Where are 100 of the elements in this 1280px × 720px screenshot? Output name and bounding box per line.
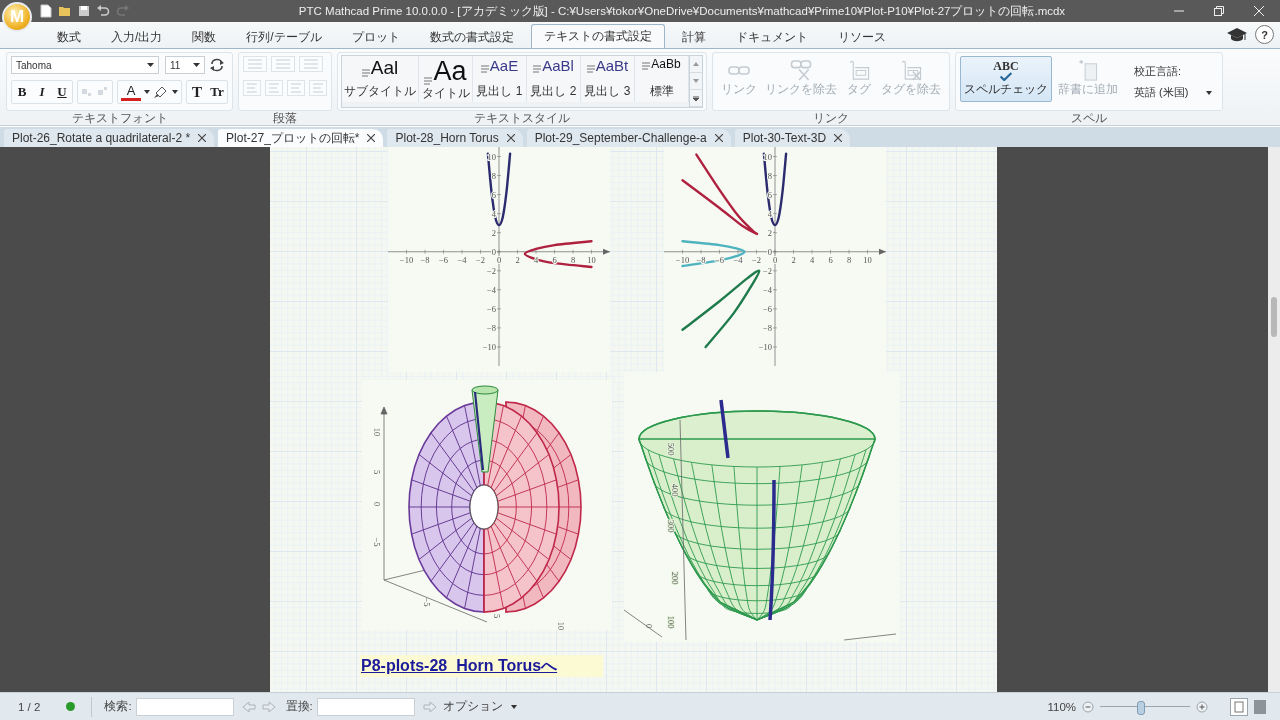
- document-tab[interactable]: Plot-27_プロットの回転*: [218, 129, 384, 147]
- ribbon-tab[interactable]: 行列/テーブル: [233, 26, 335, 48]
- underline-button[interactable]: U: [52, 81, 72, 103]
- axis-tick-label: 2: [515, 254, 520, 265]
- ribbon-tab[interactable]: リソース: [824, 26, 899, 48]
- axis-tick-label: −6: [715, 254, 724, 265]
- zoom-out-icon[interactable]: [1082, 700, 1094, 713]
- axis-tick-label: −2: [752, 254, 761, 265]
- grow-font-button[interactable]: T: [187, 81, 207, 103]
- search-field[interactable]: [135, 697, 234, 716]
- style-name: 標準: [649, 83, 674, 100]
- chain-link-icon: [728, 66, 750, 75]
- axis-tick-label: 6: [767, 189, 772, 200]
- close-icon[interactable]: [506, 134, 515, 142]
- text-lines-icon: [480, 65, 489, 73]
- replace-label: 置換:: [285, 699, 313, 714]
- undo-icon[interactable]: [96, 5, 110, 17]
- zoom-in-icon[interactable]: [1196, 700, 1208, 713]
- axis-tick-label: −4: [733, 254, 743, 265]
- axis-tick-label: 0: [644, 623, 654, 629]
- ribbon-tab[interactable]: 数式: [44, 26, 94, 48]
- dropdown-arrow-icon[interactable]: [147, 63, 154, 67]
- ribbon-tab[interactable]: テキストの書式設定: [530, 24, 665, 48]
- axis-tick-label: 8: [491, 170, 496, 181]
- style-preview: AaBb: [651, 58, 681, 70]
- axis-tick-label: 8: [767, 170, 772, 181]
- scroll-down-icon[interactable]: [693, 79, 699, 83]
- close-icon[interactable]: [198, 134, 207, 142]
- bold-button[interactable]: B: [12, 81, 32, 103]
- folder-icon[interactable]: [58, 5, 72, 17]
- previous-arrow-icon[interactable]: [241, 700, 256, 713]
- dropdown-arrow-icon[interactable]: [144, 90, 150, 94]
- scrollbar[interactable]: [1268, 147, 1280, 692]
- replace-field[interactable]: [316, 697, 415, 716]
- text-style-item[interactable]: AaBt 見出し 3: [581, 56, 635, 102]
- axis-tick-label: 0: [496, 254, 502, 265]
- document-tab[interactable]: Plot-26_Rotate a quadrilateral-2 *: [4, 129, 215, 147]
- next-arrow-icon[interactable]: [261, 700, 276, 713]
- ribbon-tab[interactable]: プロット: [338, 26, 413, 48]
- style-preview: AaE: [489, 58, 519, 73]
- status-dot: [66, 702, 76, 711]
- close-icon[interactable]: [834, 134, 843, 142]
- shrink-font-button[interactable]: Tr: [207, 81, 227, 103]
- text-lines-icon: [424, 77, 433, 85]
- ribbon-tab[interactable]: 入力/出力: [98, 26, 176, 48]
- dropdown-arrow-icon[interactable]: [172, 90, 178, 94]
- text-style-item[interactable]: AaBl 見出し 2: [527, 56, 581, 102]
- options-dropdown[interactable]: オプション: [442, 699, 517, 714]
- language-dropdown[interactable]: 英語 (米国): [1134, 85, 1213, 100]
- replace-arrow-icon[interactable]: [422, 700, 437, 713]
- ribbon-tab[interactable]: 計算: [668, 26, 719, 48]
- draft-view-icon[interactable]: [1254, 699, 1266, 714]
- swap-arrows-icon[interactable]: [209, 58, 225, 72]
- search-label: 検索:: [104, 699, 132, 714]
- scroll-up-icon[interactable]: [693, 62, 699, 66]
- spell-check-button[interactable]: ABC スペルチェック: [960, 56, 1052, 102]
- axis-tick-label: −5: [372, 537, 382, 547]
- ribbon-tab[interactable]: 数式の書式設定: [416, 26, 527, 48]
- proofing-language-label: 校正言語:: [1134, 64, 1183, 79]
- axis-tick-label: −2: [762, 265, 772, 276]
- document-tab[interactable]: Plot-28_Horn Torus: [387, 129, 523, 147]
- group-label: スペル: [1070, 111, 1109, 125]
- document-tab[interactable]: Plot-30-Text-3D: [734, 129, 851, 147]
- close-icon[interactable]: [367, 134, 376, 142]
- axis-tick-label: 6: [828, 254, 833, 265]
- text-style-item[interactable]: AaBb 標準: [635, 56, 689, 102]
- text-style-item[interactable]: Aa タイトル: [419, 56, 473, 102]
- font-size-dropdown[interactable]: 11: [165, 56, 205, 74]
- axis-tick-label: 6: [491, 189, 496, 200]
- axis-tick-label: 0: [491, 246, 496, 257]
- graduation-cap-icon[interactable]: [1227, 26, 1247, 43]
- font-dropdown[interactable]: Tahoma: [11, 56, 159, 74]
- group-label: テキストフォント: [70, 111, 169, 125]
- text-style-item[interactable]: Aal サブタイトル: [342, 56, 419, 102]
- slider-thumb[interactable]: [1136, 700, 1145, 715]
- subscript-icon[interactable]: [82, 87, 92, 97]
- text-style-item[interactable]: AaE 見出し 1: [473, 56, 527, 102]
- document-tab[interactable]: Plot-29_September-Challenge-a: [526, 129, 731, 147]
- style-preview: Aal: [370, 58, 399, 77]
- italic-button[interactable]: I: [32, 81, 52, 103]
- superscript-icon[interactable]: [98, 87, 108, 97]
- help-button[interactable]: ?: [1255, 25, 1274, 44]
- save-icon[interactable]: [78, 5, 90, 17]
- close-icon[interactable]: [714, 134, 723, 142]
- highlighter-icon[interactable]: [153, 85, 169, 99]
- zoom-slider[interactable]: [1100, 700, 1190, 713]
- ribbon-tab[interactable]: 関数: [179, 26, 230, 48]
- axis-tick-label: 5: [492, 613, 502, 619]
- restore-icon[interactable]: [1214, 6, 1224, 16]
- redo-icon[interactable]: [116, 5, 130, 17]
- ribbon-tab[interactable]: ドキュメント: [722, 26, 821, 48]
- dropdown-arrow-icon[interactable]: [193, 63, 200, 67]
- dropdown-arrow-icon: [1206, 90, 1213, 95]
- axis-tick-label: 6: [552, 254, 557, 265]
- page-view-icon[interactable]: [1230, 697, 1248, 716]
- more-icon[interactable]: [693, 95, 699, 101]
- new-document-icon[interactable]: [40, 4, 52, 18]
- chain-link-remove-icon: [790, 60, 812, 81]
- axis-tick-label: 8: [570, 254, 576, 265]
- text-lines-icon: [642, 62, 651, 70]
